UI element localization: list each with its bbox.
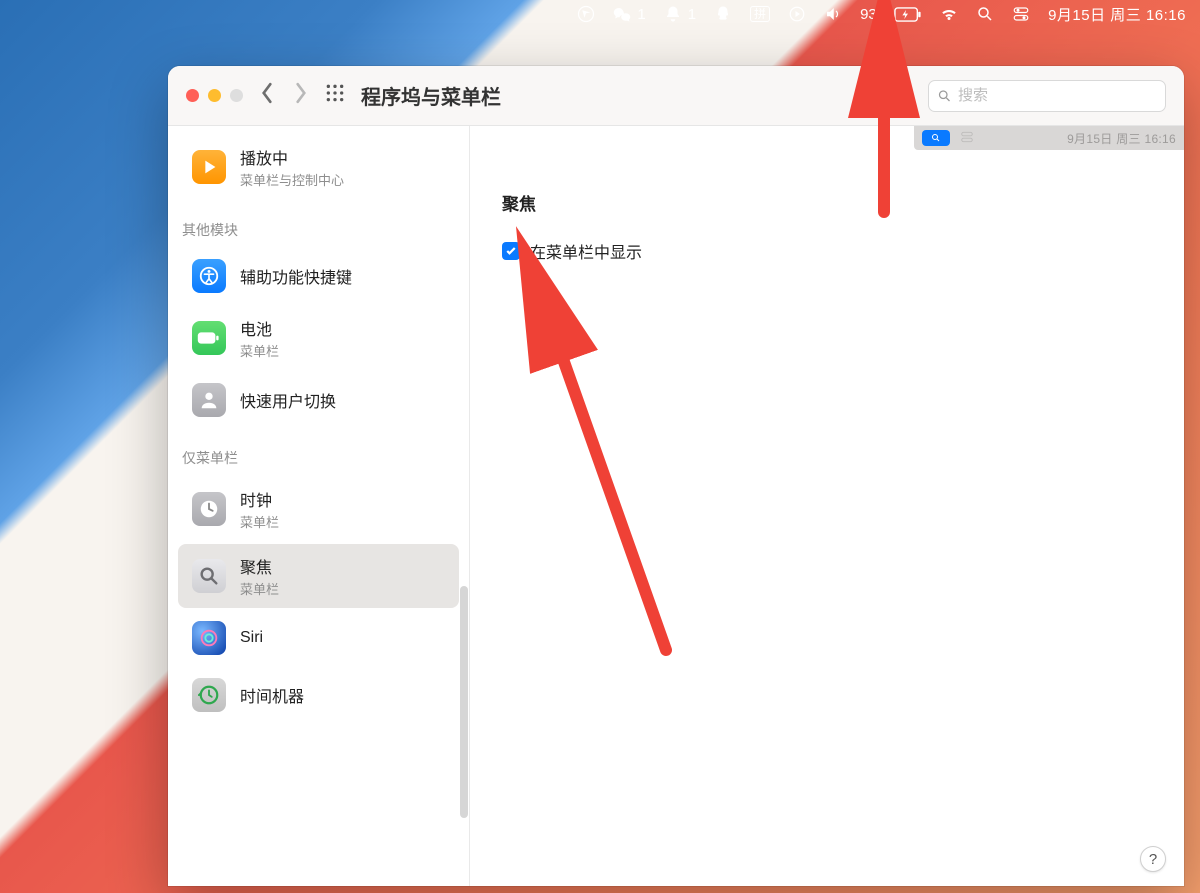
wechat-icon[interactable]: 1: [613, 5, 645, 23]
sidebar-item-clock[interactable]: 时钟 菜单栏: [178, 477, 459, 541]
sidebar-item-nowplaying[interactable]: 播放中 菜单栏与控制中心: [178, 135, 459, 199]
notification-icon[interactable]: 1: [664, 5, 696, 23]
play-icon: [192, 150, 226, 184]
timemachine-icon: [192, 678, 226, 712]
sidebar-item-sub: 菜单栏与控制中心: [240, 170, 344, 189]
preview-cc-icon: [960, 130, 974, 147]
search-field[interactable]: [928, 80, 1166, 112]
system-menubar: 1 1 拼 93% 9月15日 周三 16:16: [0, 0, 1200, 28]
show-in-menubar-checkbox[interactable]: 在菜单栏中显示: [502, 239, 1152, 263]
forward-button[interactable]: [293, 82, 309, 109]
sidebar-section-menubar: 仅菜单栏: [168, 430, 469, 474]
accessibility-icon: [192, 259, 226, 293]
playback-icon[interactable]: [788, 5, 806, 23]
sidebar-item-label: 播放中: [240, 145, 344, 169]
menubar-preview: 9月15日 周三 16:16: [914, 126, 1184, 150]
wechat-badge: 1: [637, 6, 645, 23]
sidebar-item-label: 辅助功能快捷键: [240, 264, 352, 288]
spotlight-icon[interactable]: [976, 5, 994, 23]
minimize-button[interactable]: [208, 89, 221, 102]
sidebar-item-sub: 菜单栏: [240, 341, 279, 360]
wifi-icon[interactable]: [940, 5, 958, 23]
sidebar-item-label: 时间机器: [240, 683, 304, 707]
nav-buttons: [259, 82, 309, 109]
sidebar-item-accessibility[interactable]: 辅助功能快捷键: [178, 249, 459, 303]
sidebar-item-label: 快速用户切换: [240, 388, 336, 412]
menubar-datetime[interactable]: 9月15日 周三 16:16: [1048, 4, 1186, 25]
sidebar-item-siri[interactable]: Siri: [178, 611, 459, 665]
annotation-arrow-top: [854, 32, 914, 227]
sidebar-item-label: Siri: [240, 629, 263, 647]
volume-icon[interactable]: [824, 5, 842, 23]
zoom-button[interactable]: [230, 89, 243, 102]
control-center-icon[interactable]: [1012, 5, 1030, 23]
preview-spotlight-icon: [922, 130, 950, 146]
clock-icon: [192, 492, 226, 526]
sidebar-item-battery[interactable]: 电池 菜单栏: [178, 306, 459, 370]
back-button[interactable]: [259, 82, 275, 109]
checkbox-label: 在菜单栏中显示: [530, 239, 642, 263]
show-all-button[interactable]: [325, 83, 345, 108]
sidebar-item-sub: 菜单栏: [240, 512, 279, 531]
help-button[interactable]: ?: [1140, 846, 1166, 872]
notification-badge: 1: [688, 6, 696, 23]
annotation-arrow-diag: [516, 270, 716, 675]
sidebar-item-label: 聚焦: [240, 554, 279, 578]
sidebar-section-other: 其他模块: [168, 202, 469, 246]
traffic-lights: [186, 89, 243, 102]
window-toolbar: 程序坞与菜单栏: [168, 66, 1184, 126]
menubar-app-icon[interactable]: [577, 5, 595, 23]
sidebar: 播放中 菜单栏与控制中心 其他模块 辅助功能快捷键 电池 菜单栏 快速用户切换: [168, 126, 470, 886]
search-icon: [937, 88, 952, 104]
window-title: 程序坞与菜单栏: [361, 81, 501, 110]
sidebar-item-timemachine[interactable]: 时间机器: [178, 668, 459, 722]
sidebar-item-spotlight[interactable]: 聚焦 菜单栏: [178, 544, 459, 608]
sidebar-item-label: 时钟: [240, 487, 279, 511]
pane-heading: 聚焦: [502, 190, 1152, 215]
magnifier-icon: [192, 559, 226, 593]
battery-icon: [192, 321, 226, 355]
close-button[interactable]: [186, 89, 199, 102]
sidebar-item-fastswitch[interactable]: 快速用户切换: [178, 373, 459, 427]
preview-datetime: 9月15日 周三 16:16: [1067, 130, 1176, 147]
battery-status[interactable]: 93%: [860, 6, 922, 23]
ime-icon[interactable]: 拼: [750, 6, 770, 22]
user-icon: [192, 383, 226, 417]
sidebar-scrollbar[interactable]: [460, 586, 468, 818]
search-input[interactable]: [958, 87, 1157, 104]
siri-icon: [192, 621, 226, 655]
sidebar-item-sub: 菜单栏: [240, 579, 279, 598]
qq-icon[interactable]: [714, 5, 732, 23]
sidebar-item-label: 电池: [240, 316, 279, 340]
checkbox-box: [502, 242, 520, 260]
